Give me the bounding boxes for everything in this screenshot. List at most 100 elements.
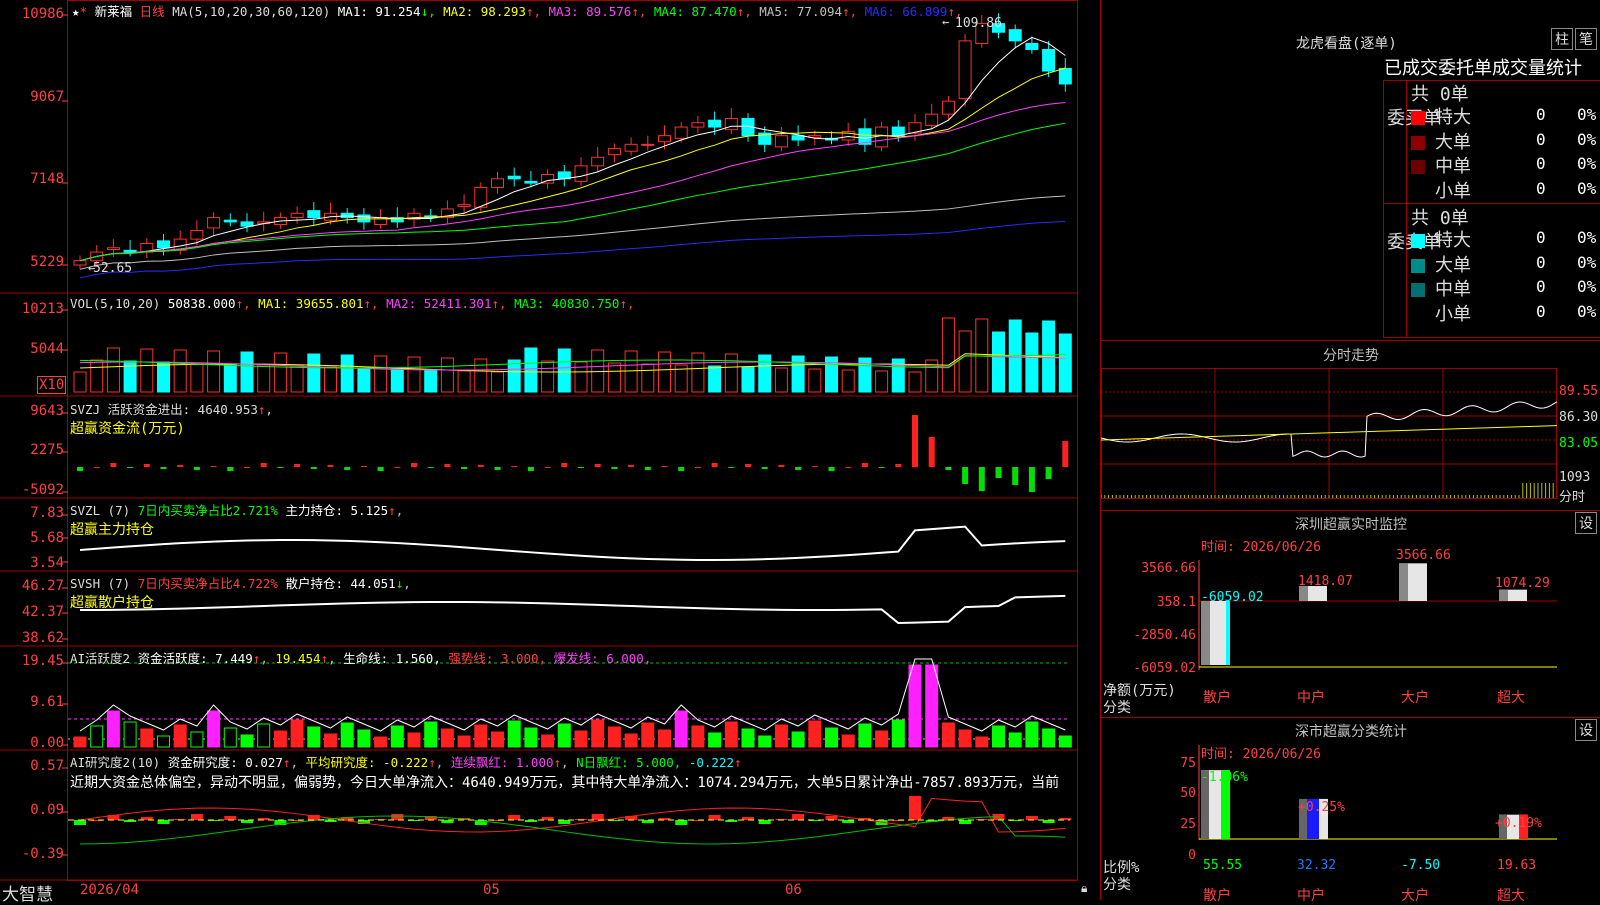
volume-bar (958, 330, 972, 393)
svzj-bar (761, 467, 768, 469)
ma-arrow-6: ↑, (947, 4, 963, 19)
volume-bar (658, 351, 671, 393)
ai1-axis-1: 9.61 (30, 694, 64, 710)
buy-swatch-0 (1411, 111, 1425, 125)
svzj-bar (411, 463, 417, 467)
sell-row-3: 小单 (1411, 300, 1471, 326)
candle-body (524, 180, 538, 184)
volume-bar (273, 352, 287, 393)
candle-body (207, 217, 221, 229)
tick-mode-button[interactable]: 笔 (1575, 28, 1597, 50)
ai1-strong: 强势线: 3.000, (448, 651, 547, 666)
ai1-axis-0: 19.45 (21, 653, 64, 669)
sell-name-3: 小单 (1435, 303, 1471, 325)
ai1-bar (424, 721, 438, 748)
volume-bar (407, 356, 421, 393)
chart-area[interactable]: ← ← 109.86 52.65 ★* 新莱福 日线 MA(5,10,20,30,60… (0, 0, 1100, 905)
stats-tab-row[interactable]: 已成交委托单成交量统计 (1384, 54, 1600, 80)
sz-bar-0 (1201, 601, 1230, 666)
svsh-prefix: SVSH (7) (70, 576, 131, 591)
svzj-bar (344, 467, 351, 470)
volume-bar (541, 360, 555, 393)
volume-bar (157, 361, 170, 393)
volume-bar (557, 348, 571, 393)
candle-body (457, 204, 471, 207)
star-icon[interactable]: ★ (72, 4, 80, 19)
svzj-axis-1: 2275 (30, 442, 64, 458)
buy-pct-1: 0% (1577, 129, 1597, 149)
buy-row-3: 小单 (1411, 177, 1471, 203)
buy-orders-label: 委买单 (1387, 108, 1441, 130)
ai1-bar (90, 725, 104, 748)
svzj-bar (594, 464, 601, 467)
sell-count-2: 0 (1536, 277, 1546, 296)
svsh-title: 超赢散户持仓 (70, 595, 154, 611)
sz-bar-shade-3 (1499, 589, 1508, 601)
svzl-prefix: SVZL (7) (70, 503, 131, 518)
vol-ma-arrow-2: ↑, (491, 296, 507, 311)
ai1-bar (607, 726, 621, 748)
price-axis-1: 9067 (30, 89, 64, 105)
ma-line-1 (79, 36, 1066, 262)
volume-bar (858, 357, 872, 393)
volume-bar (457, 370, 471, 393)
buy-count-0: 0 (1536, 105, 1546, 124)
candle-body (240, 221, 254, 227)
intraday-axis-3: 1093 (1559, 470, 1591, 485)
ai1-prefix: AI活跃度2 (70, 651, 131, 666)
sz-value-1: 1418.07 (1298, 574, 1353, 589)
intraday-chart[interactable] (1101, 368, 1600, 508)
ss-settings-button[interactable]: 设 (1575, 719, 1597, 741)
intraday-title: 分时走势 (1323, 348, 1379, 364)
sell-name-2: 中单 (1435, 279, 1471, 300)
volume-bar (240, 351, 254, 393)
ai2-bar (758, 820, 771, 824)
vol-ma-1: MA1: 39655.801 (258, 296, 364, 311)
svzj-bar (110, 463, 117, 467)
ai1-bar (73, 736, 87, 748)
ai1-bar (574, 730, 588, 748)
volume-bar (257, 364, 271, 393)
svzl-axis-1: 5.68 (30, 530, 64, 546)
ai1-bar (390, 725, 404, 748)
stock-name[interactable]: 新莱福 (95, 4, 133, 19)
ai1-bar (223, 727, 237, 748)
volume-bar (908, 371, 922, 393)
sz-cat-2: 大户 (1401, 690, 1429, 706)
candle-body (73, 260, 87, 266)
main-frame (67, 0, 1078, 881)
svzj-bar (611, 467, 618, 469)
intraday-axis-2: 83.05 (1559, 436, 1599, 451)
volume-bar (390, 368, 404, 393)
sell-swatch-0 (1411, 234, 1425, 248)
svzj-bar (678, 467, 685, 471)
volume-bar (808, 368, 822, 393)
svzj-bar (861, 463, 868, 467)
ai1-bar (407, 732, 421, 748)
svsh-axis-1: 42.37 (21, 604, 64, 620)
svzj-bar (795, 467, 802, 470)
ai1-bar (173, 724, 187, 748)
ai2-bar (675, 820, 688, 825)
svzj-bar (661, 466, 668, 467)
svzj-bar (227, 467, 234, 471)
svzj-bar (745, 464, 751, 467)
ai1-bar (474, 724, 488, 748)
ma-line-5 (79, 195, 1066, 270)
ai1-bar (624, 733, 638, 748)
main-header: ★* 新莱福 日线 MA(5,10,20,30,60,120) MA1: 91.… (72, 1, 963, 20)
candle-body (925, 113, 939, 126)
sz-settings-button[interactable]: 设 (1575, 512, 1597, 534)
svzj-bar (1062, 441, 1069, 467)
svzl-axis-2: 3.54 (30, 555, 64, 571)
ai1-bar (340, 722, 354, 748)
candle-body (290, 212, 304, 219)
period-label[interactable]: 日线 (140, 4, 165, 19)
column-mode-button[interactable]: 柱 (1551, 28, 1573, 50)
ss-cat-0: 散户 (1203, 888, 1231, 904)
ai1-v2: 19.454 (275, 651, 321, 666)
lock-icon[interactable]: 🔒︎ (1081, 881, 1087, 896)
sell-row-2: 中单 (1411, 275, 1471, 301)
ai1-bar (641, 722, 655, 748)
svzj-bar (427, 467, 434, 468)
